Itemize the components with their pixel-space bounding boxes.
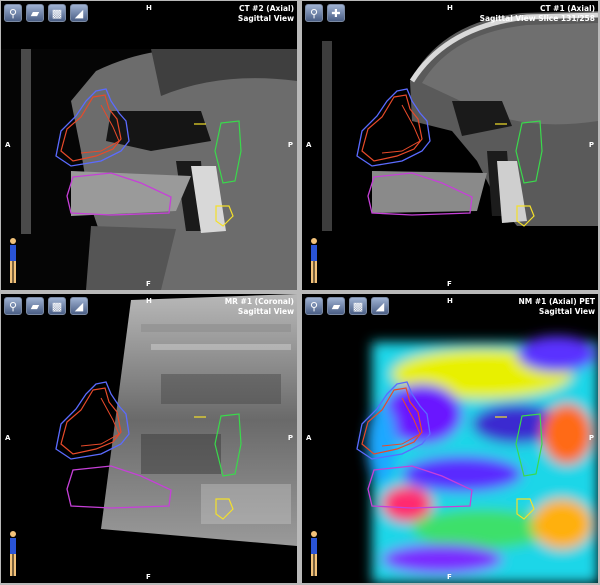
layers-icon[interactable]: ▰ xyxy=(327,297,345,315)
orientation-left: A xyxy=(5,434,11,442)
view-label: Sagittal View xyxy=(237,14,294,23)
layers-icon[interactable]: ▰ xyxy=(26,4,44,22)
viewport-title: NM #1 (Axial) PET Sagittal View xyxy=(518,297,595,317)
toolbar: ⚲ ▰ ▩ ◢ xyxy=(4,4,88,22)
series-label: MR #1 (Coronal) xyxy=(224,297,294,306)
viewport-nm1-pet[interactable]: ⚲ ▰ ▩ ◢ NM #1 (Axial) PET Sagittal View H… xyxy=(302,294,598,583)
zoom-icon[interactable]: ⚲ xyxy=(4,4,22,22)
window-level-icon[interactable]: ◢ xyxy=(70,4,88,22)
orientation-top: H xyxy=(146,4,152,12)
orientation-top: H xyxy=(146,297,152,305)
histogram-icon[interactable]: ▩ xyxy=(349,297,367,315)
orientation-left: A xyxy=(5,141,11,149)
view-label: Sagittal View xyxy=(538,307,595,316)
patient-figure-icon xyxy=(311,531,317,576)
histogram-icon[interactable]: ▩ xyxy=(48,297,66,315)
patient-figure-icon xyxy=(10,531,16,576)
toolbar: ⚲ ▰ ▩ ◢ xyxy=(305,297,389,315)
orientation-right: P xyxy=(287,434,293,442)
pan-icon[interactable]: ✚ xyxy=(327,4,345,22)
orientation-top: H xyxy=(447,297,453,305)
orientation-bottom: F xyxy=(447,573,452,581)
view-label: Sagittal View xyxy=(237,307,294,316)
orientation-right: P xyxy=(588,434,594,442)
zoom-icon[interactable]: ⚲ xyxy=(305,297,323,315)
pet-contours xyxy=(356,381,543,520)
patient-figure-icon xyxy=(311,238,317,283)
viewport-mr1[interactable]: ⚲ ▰ ▩ ◢ MR #1 (Coronal) Sagittal View H F… xyxy=(1,294,297,583)
mr1-contours xyxy=(55,381,242,520)
zoom-icon[interactable]: ⚲ xyxy=(305,4,323,22)
viewport-title: MR #1 (Coronal) Sagittal View xyxy=(225,297,294,317)
ct1-contours xyxy=(356,88,543,227)
window-level-icon[interactable]: ◢ xyxy=(371,297,389,315)
viewport-ct2[interactable]: ⚲ ▰ ▩ ◢ CT #2 (Axial) Sagittal View H F A… xyxy=(1,1,297,290)
series-label: CT #2 (Axial) xyxy=(238,4,294,13)
orientation-left: A xyxy=(306,141,312,149)
orientation-bottom: F xyxy=(146,280,151,288)
ct2-contours xyxy=(55,88,242,227)
layers-icon[interactable]: ▰ xyxy=(26,297,44,315)
orientation-bottom: F xyxy=(146,573,151,581)
viewport-title: CT #1 (Axial) Sagittal View Slice 131/258 xyxy=(480,4,595,24)
patient-figure-icon xyxy=(10,238,16,283)
orientation-right: P xyxy=(588,141,594,149)
toolbar: ⚲ ▰ ▩ ◢ xyxy=(4,297,88,315)
view-label: Sagittal View Slice 131/258 xyxy=(479,14,595,23)
zoom-icon[interactable]: ⚲ xyxy=(4,297,22,315)
series-label: CT #1 (Axial) xyxy=(539,4,595,13)
histogram-icon[interactable]: ▩ xyxy=(48,4,66,22)
viewport-title: CT #2 (Axial) Sagittal View xyxy=(238,4,294,24)
orientation-left: A xyxy=(306,434,312,442)
window-level-icon[interactable]: ◢ xyxy=(70,297,88,315)
viewport-ct1[interactable]: ⚲ ✚ CT #1 (Axial) Sagittal View Slice 131… xyxy=(302,1,598,290)
toolbar: ⚲ ✚ xyxy=(305,4,345,22)
orientation-right: P xyxy=(287,141,293,149)
series-label: NM #1 (Axial) PET xyxy=(518,297,595,306)
orientation-top: H xyxy=(447,4,453,12)
orientation-bottom: F xyxy=(447,280,452,288)
